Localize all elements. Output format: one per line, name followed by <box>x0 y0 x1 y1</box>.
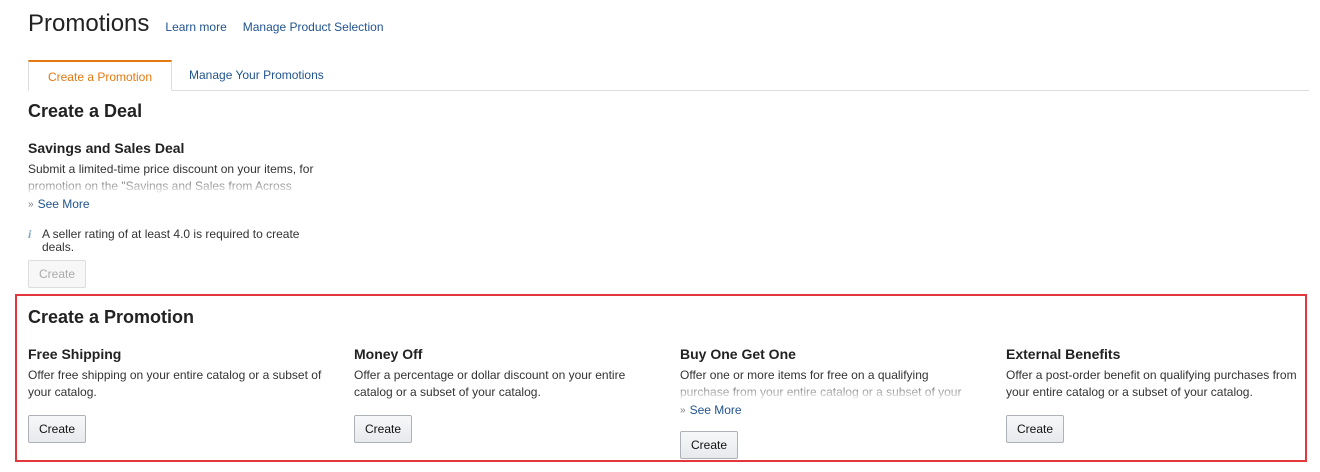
learn-more-link[interactable]: Learn more <box>165 20 226 34</box>
card-description: Offer a percentage or dollar discount on… <box>354 368 626 399</box>
card-description: Submit a limited-time price discount on … <box>28 161 328 195</box>
see-more-link[interactable]: » See More <box>28 197 328 211</box>
info-icon: i <box>28 227 32 241</box>
card-title: Savings and Sales Deal <box>28 140 185 156</box>
create-bogo-button[interactable]: Create <box>680 431 739 459</box>
buy-one-get-one-card: Buy One Get One Offer one or more items … <box>680 346 980 417</box>
create-deal-heading: Create a Deal <box>28 101 143 121</box>
create-external-benefits-button[interactable]: Create <box>1006 415 1065 443</box>
card-title: Free Shipping <box>28 346 122 362</box>
create-money-off-button[interactable]: Create <box>354 415 413 443</box>
manage-product-selection-link[interactable]: Manage Product Selection <box>243 20 384 34</box>
tab-bar: Create a Promotion Manage Your Promotion… <box>28 60 1309 91</box>
card-description: Offer a post-order benefit on qualifying… <box>1006 368 1297 399</box>
card-title: Buy One Get One <box>680 346 796 362</box>
note-text: A seller rating of at least 4.0 is requi… <box>42 227 300 254</box>
create-promotion-heading: Create a Promotion <box>28 307 195 327</box>
free-shipping-card: Free Shipping Offer free shipping on you… <box>28 346 328 401</box>
card-description: Offer one or more items for free on a qu… <box>680 367 980 401</box>
card-title: External Benefits <box>1006 346 1121 362</box>
card-title: Money Off <box>354 346 423 362</box>
page-title: Promotions <box>28 10 150 37</box>
tab-create-promotion[interactable]: Create a Promotion <box>28 60 172 91</box>
page-header: Promotions Learn more Manage Product Sel… <box>28 10 384 38</box>
seller-rating-note: i A seller rating of at least 4.0 is req… <box>28 228 308 254</box>
see-more-label: See More <box>37 197 90 211</box>
create-free-shipping-button[interactable]: Create <box>28 415 87 443</box>
tab-manage-promotions[interactable]: Manage Your Promotions <box>173 60 340 90</box>
chevron-down-icon: » <box>28 198 34 210</box>
see-more-label: See More <box>689 403 742 417</box>
external-benefits-card: External Benefits Offer a post-order ben… <box>1006 346 1306 401</box>
card-description: Offer free shipping on your entire catal… <box>28 368 322 399</box>
create-deal-button[interactable]: Create <box>28 260 87 288</box>
see-more-link[interactable]: » See More <box>680 403 980 417</box>
chevron-down-icon: » <box>680 404 686 416</box>
savings-sales-deal-card: Savings and Sales Deal Submit a limited-… <box>28 140 328 211</box>
money-off-card: Money Off Offer a percentage or dollar d… <box>354 346 654 401</box>
